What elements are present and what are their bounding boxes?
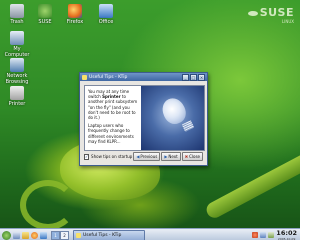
desktop-show-icon[interactable]: [13, 231, 20, 239]
taskbar-task-ktip[interactable]: Useful Tips - KTip: [73, 229, 145, 240]
trash-icon: [10, 4, 24, 18]
close-icon[interactable]: ×: [198, 73, 205, 81]
arrow-left-icon: ◀: [136, 154, 140, 159]
dialog-titlebar[interactable]: Useful Tips - KTip _ □ ×: [80, 73, 207, 81]
desktop-icon-label: Network Browsing: [5, 73, 29, 85]
task-label: Useful Tips - KTip: [83, 232, 122, 238]
pager-desktop-1[interactable]: 1: [51, 230, 60, 240]
close-label: Close: [189, 154, 200, 159]
maximize-icon[interactable]: □: [190, 73, 197, 81]
next-button[interactable]: ▶ Next: [161, 152, 181, 161]
next-label: Next: [168, 154, 178, 159]
close-icon: ✖: [184, 154, 189, 159]
desktop-icon-printer[interactable]: Printer: [1, 86, 33, 107]
ktip-task-icon: [76, 232, 81, 238]
show-tips-checkbox[interactable]: [84, 153, 90, 160]
gecko-icon: [247, 10, 258, 16]
printer-icon: [10, 86, 24, 100]
tip-panel: You may at any time switch Sprinter to a…: [84, 85, 205, 151]
desktop-icon-label: Firefox: [66, 19, 84, 25]
wallpaper-chameleon-tail: [20, 180, 76, 230]
desktop-icon-label: Office: [98, 19, 114, 25]
arrow-right-icon: ▶: [164, 154, 168, 159]
pager-desktop-2[interactable]: 2: [60, 230, 69, 240]
dialog-title: Useful Tips - KTip: [89, 74, 128, 80]
lightbulb-illustration: [141, 86, 204, 150]
start-menu-icon[interactable]: [2, 230, 11, 240]
office-icon: [99, 4, 113, 18]
taskbar: 1 2 Useful Tips - KTip 16:02 2005-10-09: [0, 228, 300, 240]
previous-label: Previous: [140, 154, 158, 159]
office-launcher-icon[interactable]: [40, 231, 47, 239]
desktop-icon-my-computer[interactable]: My Computer: [1, 31, 33, 58]
home-folder-icon[interactable]: [22, 231, 29, 239]
desktop-icon-firefox[interactable]: Firefox: [59, 4, 91, 25]
network-icon: [10, 58, 24, 72]
minimize-icon[interactable]: _: [182, 73, 189, 81]
close-button[interactable]: ✖ Close: [181, 152, 203, 161]
desktop-icon-suse[interactable]: SUSE: [29, 4, 61, 25]
clock-date: 2005-10-09: [277, 236, 296, 240]
clipboard-icon[interactable]: [260, 232, 267, 238]
clock-time: 16:02: [276, 228, 297, 237]
desktop-icon-label: Printer: [8, 101, 26, 107]
computer-icon: [10, 31, 24, 45]
previous-button[interactable]: ◀ Previous: [133, 152, 161, 161]
firefox-launcher-icon[interactable]: [31, 231, 38, 239]
suse-logo-sub: LINUX: [281, 19, 294, 24]
suse-icon: [38, 4, 52, 18]
tip-text: You may at any time switch Sprinter to a…: [85, 86, 141, 150]
useful-tips-dialog: Useful Tips - KTip _ □ × You may at any …: [79, 72, 208, 166]
firefox-icon: [68, 4, 82, 18]
system-tray: 16:02 2005-10-09: [252, 228, 300, 240]
desktop-icon-label: SUSE: [38, 19, 52, 25]
tip-paragraph-1: You may at any time switch Sprinter to a…: [88, 89, 138, 120]
desktop-icon-office[interactable]: Office: [90, 4, 122, 25]
updater-icon[interactable]: [252, 232, 259, 238]
ktip-icon: [82, 74, 87, 80]
suse-logo: SUSE LINUX: [247, 6, 294, 24]
tip-paragraph-2: Laptop users who frequently change to di…: [88, 123, 134, 144]
desktop: SUSE LINUX Trash SUSE Firefox Office My …: [0, 0, 300, 240]
dialog-footer: Show tips on startup ◀Previous ▶Next ✖Cl…: [84, 152, 203, 161]
desktop-icon-label: My Computer: [4, 46, 30, 58]
show-tips-label: Show tips on startup: [91, 154, 133, 159]
desktop-icon-network-browsing[interactable]: Network Browsing: [1, 58, 33, 85]
clock[interactable]: 16:02 2005-10-09: [276, 228, 297, 240]
desktop-icon-label: Trash: [10, 19, 24, 25]
network-status-icon[interactable]: [268, 232, 275, 238]
lightbulb-base: [181, 120, 195, 132]
suse-logo-brand: SUSE: [259, 6, 294, 19]
desktop-pager: 1 2: [51, 230, 69, 240]
wallpaper-branch: [203, 145, 300, 221]
